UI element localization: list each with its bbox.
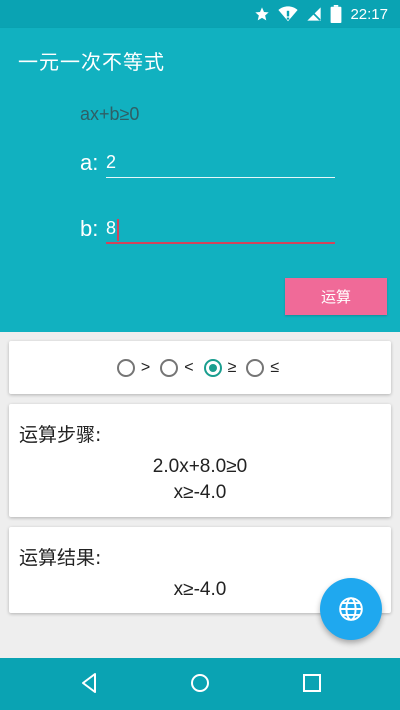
radio-less[interactable] [160, 358, 179, 377]
a-input[interactable] [106, 148, 335, 178]
steps-card: 运算步骤: 2.0x+8.0≥0 x≥-4.0 [9, 404, 391, 517]
app-bar: 一元一次不等式 [0, 28, 400, 88]
radio-less-label: < [184, 358, 194, 376]
status-bar: 22:17 [0, 0, 400, 28]
globe-fab-button[interactable] [320, 578, 382, 640]
input-section: ax+b≥0 a: b: 运算 [0, 88, 400, 332]
recents-icon[interactable] [300, 671, 324, 695]
formula-label: ax+b≥0 [80, 104, 140, 124]
steps-heading: 运算步骤: [19, 424, 102, 446]
radio-greater[interactable] [116, 358, 135, 377]
radio-greater-label: > [140, 358, 151, 376]
radio-greater-equal[interactable] [203, 358, 222, 377]
home-icon[interactable] [188, 671, 212, 695]
steps-line-1: 2.0x+8.0≥0 [152, 456, 248, 477]
page-title: 一元一次不等式 [18, 50, 165, 74]
status-time: 22:17 [350, 5, 388, 23]
calculate-button[interactable]: 运算 [285, 278, 387, 315]
navigation-bar [0, 658, 400, 710]
steps-line-2: x≥-4.0 [173, 482, 227, 503]
result-heading: 运算结果: [19, 547, 102, 569]
radio-less-equal[interactable] [246, 358, 265, 377]
no-signal-icon [307, 7, 322, 21]
b-label: b: [80, 216, 99, 241]
text-caret [117, 219, 119, 241]
operator-radio-group: > < ≥ ≤ [9, 341, 391, 394]
globe-icon [339, 597, 363, 621]
battery-icon [331, 5, 342, 23]
wifi-icon [278, 6, 299, 22]
b-input[interactable] [106, 214, 335, 244]
radio-greater-equal-label: ≥ [227, 358, 237, 376]
a-label: a: [80, 150, 99, 175]
back-icon[interactable] [78, 671, 102, 695]
star-icon [255, 7, 270, 21]
radio-less-equal-label: ≤ [270, 358, 280, 376]
